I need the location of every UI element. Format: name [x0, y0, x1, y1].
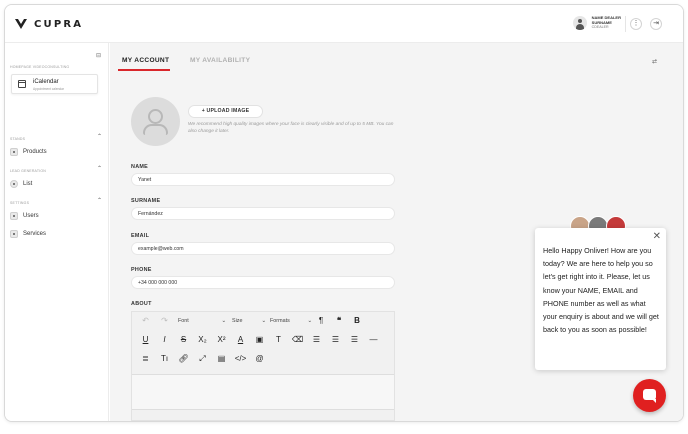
align-center-icon[interactable]: ☰ — [326, 333, 345, 347]
editor-toolbar-row: U I S X₂ X² A ▣ T ⌫ ☰ ☰ ☰ — — [136, 333, 383, 347]
underline-icon[interactable]: U — [136, 333, 155, 347]
editor-toolbar-row: ↶ ↷ Font ⌄ Size ⌄ Formats ⌄ ¶ ❝ B — [136, 314, 366, 328]
sidebar-item-label: Users — [23, 213, 39, 219]
email-field[interactable] — [131, 242, 395, 255]
chat-message: Hello Happy Onliver! How are you today? … — [543, 246, 659, 335]
app-window: CUPRA NAME DEALER SURNAME CDEALER ⋮ ⇥ ⊟ … — [4, 4, 684, 422]
close-icon[interactable]: ✕ — [653, 231, 661, 242]
size-select-label: Size — [232, 318, 243, 324]
user-role: CDEALER — [591, 25, 609, 29]
editor-toolbar-row: ≣ Tı 🔗︎ ⤢ ▤ </> @ — [136, 352, 269, 366]
user-icon — [148, 109, 163, 124]
language-icon[interactable]: ⇄ — [652, 58, 657, 65]
list-bullets-icon[interactable]: ≣ — [136, 352, 155, 366]
cupra-logo-icon — [15, 19, 27, 29]
chevron-up-icon[interactable]: ⌃ — [97, 133, 102, 140]
name-label: NAME — [131, 164, 149, 170]
chevron-up-icon[interactable]: ⌃ — [97, 197, 102, 204]
bold-icon[interactable]: B — [348, 314, 366, 328]
section-lead-generation: LEAD GENERATION — [10, 169, 46, 173]
email-label: EMAIL — [131, 233, 150, 239]
phone-field[interactable] — [131, 276, 395, 289]
surname-label: SURNAME — [131, 198, 161, 204]
about-label: ABOUT — [131, 301, 152, 307]
special-characters-icon[interactable]: @ — [250, 352, 269, 366]
chevron-up-icon[interactable]: ⌃ — [97, 165, 102, 172]
table-icon[interactable]: ▤ — [212, 352, 231, 366]
surname-field[interactable] — [131, 207, 395, 220]
eraser-icon[interactable]: ⌫ — [288, 333, 307, 347]
size-select[interactable]: Size ⌄ — [226, 314, 266, 328]
section-homepage: HOMEPAGE VIDEOCONSULTING — [10, 65, 70, 69]
list-icon — [10, 180, 18, 188]
text-format-icon[interactable]: T — [269, 333, 288, 347]
text-size-icon[interactable]: Tı — [155, 352, 174, 366]
phone-label: PHONE — [131, 267, 152, 273]
italic-icon[interactable]: I — [155, 333, 174, 347]
undo-icon[interactable]: ↶ — [136, 314, 155, 328]
code-view-icon[interactable]: </> — [231, 352, 250, 366]
subscript-icon[interactable]: X₂ — [193, 333, 212, 347]
redo-icon[interactable]: ↷ — [155, 314, 174, 328]
tab-my-account[interactable]: MY ACCOUNT — [122, 57, 169, 64]
upload-image-button[interactable]: + UPLOAD IMAGE — [188, 105, 263, 118]
paragraph-icon[interactable]: ¶ — [312, 314, 330, 328]
align-left-icon[interactable]: ☰ — [307, 333, 326, 347]
calendar-icon — [18, 80, 26, 88]
sidebar-item-list[interactable]: List — [10, 178, 32, 190]
sidebar-collapse-icon[interactable]: ⊟ — [96, 52, 101, 59]
top-bar: CUPRA NAME DEALER SURNAME CDEALER ⋮ ⇥ — [5, 5, 683, 43]
sidebar-item-services[interactable]: Services — [10, 228, 46, 240]
strikethrough-icon[interactable]: S — [174, 333, 193, 347]
logo-text: CUPRA — [34, 18, 84, 30]
sidebar-item-label: Products — [23, 149, 47, 155]
upload-hint: We recommend high quality images where y… — [188, 122, 394, 134]
rich-text-editor: ↶ ↷ Font ⌄ Size ⌄ Formats ⌄ ¶ ❝ B U I S … — [131, 311, 395, 421]
section-stands: STANDS — [10, 137, 26, 141]
formats-select[interactable]: Formats ⌄ — [266, 314, 312, 328]
more-vertical-icon[interactable]: ⋮ — [630, 18, 642, 30]
cupra-logo[interactable]: CUPRA — [14, 18, 83, 30]
sidebar-item-products[interactable]: Products — [10, 146, 47, 158]
about-text-area[interactable] — [132, 374, 394, 410]
sidebar: ⊟ HOMEPAGE VIDEOCONSULTING iCalendar App… — [5, 43, 109, 421]
name-field[interactable] — [131, 173, 395, 186]
icalendar-label: iCalendar — [33, 79, 59, 85]
user-menu[interactable]: NAME DEALER SURNAME CDEALER — [572, 15, 621, 30]
sidebar-item-users[interactable]: Users — [10, 210, 39, 222]
users-icon — [10, 212, 18, 220]
section-settings: SETTINGS — [10, 201, 30, 205]
superscript-icon[interactable]: X² — [212, 333, 231, 347]
font-select-label: Font — [178, 318, 189, 324]
icalendar-card[interactable]: iCalendar Appointment calendar — [11, 74, 98, 94]
fullscreen-icon[interactable]: ⤢ — [193, 352, 212, 366]
products-icon — [10, 148, 18, 156]
services-icon — [10, 230, 18, 238]
icalendar-sub: Appointment calendar — [33, 87, 65, 91]
profile-photo-placeholder — [131, 97, 180, 146]
tab-my-availability[interactable]: MY AVAILABILITY — [190, 57, 250, 64]
header-divider — [625, 16, 626, 32]
avatar — [572, 15, 587, 30]
formats-select-label: Formats — [270, 318, 290, 324]
highlight-color-icon[interactable]: ▣ — [250, 333, 269, 347]
sidebar-item-label: Services — [23, 231, 47, 237]
font-select[interactable]: Font ⌄ — [174, 314, 226, 328]
chat-launcher-button[interactable] — [633, 379, 666, 412]
font-color-icon[interactable]: A — [231, 333, 250, 347]
logout-icon[interactable]: ⇥ — [650, 18, 662, 30]
align-right-icon[interactable]: ☰ — [345, 333, 364, 347]
sidebar-item-label: List — [23, 181, 33, 187]
horizontal-rule-icon[interactable]: — — [364, 333, 383, 347]
link-icon[interactable]: 🔗︎ — [174, 352, 193, 366]
tab-bar: MY ACCOUNT MY AVAILABILITY ⇄ — [110, 43, 683, 73]
blockquote-icon[interactable]: ❝ — [330, 314, 348, 328]
chat-message-card: ✕ Hello Happy Onliver! How are you today… — [535, 228, 666, 370]
active-tab-indicator — [118, 69, 170, 71]
